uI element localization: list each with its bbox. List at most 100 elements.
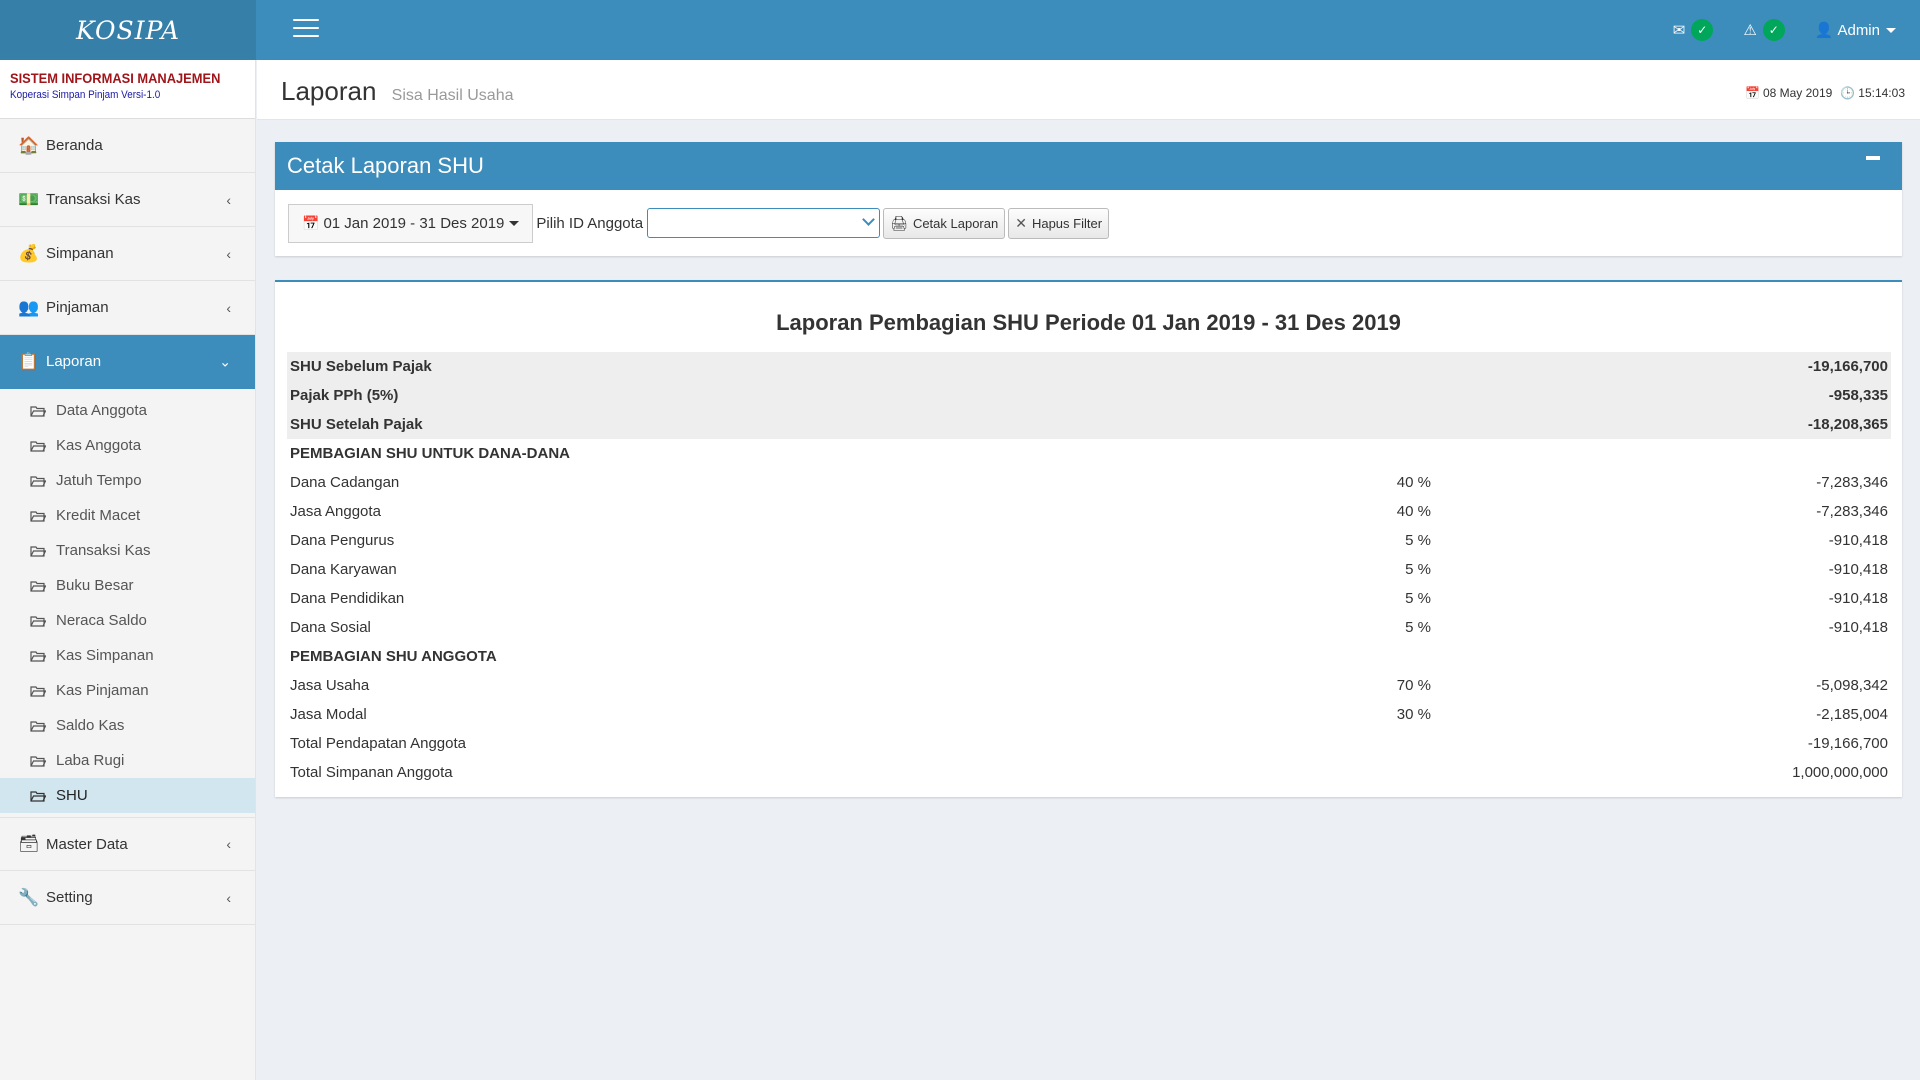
folder-open-icon	[30, 580, 46, 592]
top-navbar: KOSIPA ✉ ✓ ⚠ ✓ 👤 Admin	[0, 0, 1920, 60]
calendar-icon: 📅	[302, 214, 320, 231]
folder-open-icon	[30, 615, 46, 627]
collapse-minus-icon[interactable]	[1866, 156, 1880, 160]
page-title-text: Laporan	[281, 76, 377, 106]
row-value: -19,166,700	[1807, 735, 1888, 752]
user-menu-button[interactable]: 👤 Admin	[1815, 21, 1896, 39]
folder-open-icon	[30, 685, 46, 697]
chevron-left-icon: ‹	[226, 889, 231, 906]
submenu-item-kas-anggota[interactable]: Kas Anggota	[0, 428, 255, 463]
submenu-item-jatuh-tempo[interactable]: Jatuh Tempo	[0, 463, 255, 498]
submenu-item-kas-simpanan[interactable]: Kas Simpanan	[0, 638, 255, 673]
row-label: SHU Setelah Pajak	[287, 410, 851, 439]
menu-toggle-icon[interactable]	[293, 19, 319, 39]
table-row: Total Pendapatan Anggota -19,166,700	[287, 729, 1891, 758]
messages-button[interactable]: ✉ ✓	[1673, 19, 1714, 41]
folder-open-icon	[30, 405, 46, 417]
row-value: 1,000,000,000	[1792, 764, 1888, 781]
date-range-label: 01 Jan 2019 - 31 Des 2019	[323, 214, 505, 232]
chevron-down-icon: ⌄	[219, 353, 231, 369]
row-value: -5,098,342	[1816, 677, 1888, 694]
row-label: Total Simpanan Anggota	[290, 764, 453, 781]
row-percent: 40 %	[1396, 503, 1431, 520]
clear-filter-button[interactable]: ✕ Hapus Filter	[1008, 207, 1110, 239]
sidebar-item-laporan[interactable]: 📋 Laporan ⌄	[0, 335, 255, 389]
sidebar-item-transaksi-kas[interactable]: 💵 Transaksi Kas ‹	[0, 173, 255, 227]
folder-open-icon	[30, 545, 46, 557]
sidebar-item-setting[interactable]: 🔧 Setting ‹	[0, 871, 255, 925]
row-value: -958,335	[1431, 381, 1891, 410]
submenu-item-kas-pinjaman[interactable]: Kas Pinjaman	[0, 673, 255, 708]
filter-row: 📅 01 Jan 2019 - 31 Des 2019 Pilih ID Ang…	[275, 190, 1902, 256]
section-heading: PEMBAGIAN SHU UNTUK DANA-DANA	[290, 445, 570, 462]
table-row: Jasa Anggota 40 % -7,283,346	[287, 497, 1891, 526]
folder-open-icon	[30, 790, 46, 802]
folder-open-icon	[30, 650, 46, 662]
current-date: 08 May 2019	[1762, 86, 1833, 100]
row-value: -910,418	[1828, 561, 1888, 578]
row-percent: 5 %	[1405, 619, 1431, 636]
row-label: Pajak PPh (5%)	[287, 381, 851, 410]
notifications-button[interactable]: ⚠ ✓	[1743, 19, 1785, 41]
shu-table: SHU Sebelum Pajak -19,166,700 Pajak PPh …	[287, 352, 1891, 787]
clear-filter-label: Hapus Filter	[1031, 215, 1103, 231]
row-percent: 30 %	[1396, 706, 1431, 723]
row-percent: 5 %	[1405, 561, 1431, 578]
row-label: SHU Sebelum Pajak	[287, 352, 851, 381]
row-value: -2,185,004	[1816, 706, 1888, 723]
table-row: SHU Sebelum Pajak -19,166,700	[287, 352, 1891, 381]
check-badge-icon: ✓	[1762, 19, 1785, 41]
row-label: Dana Pendidikan	[290, 590, 405, 607]
section-row: PEMBAGIAN SHU UNTUK DANA-DANA	[287, 439, 1891, 468]
row-label: Jasa Anggota	[290, 503, 381, 520]
submenu-item-buku-besar[interactable]: Buku Besar	[0, 568, 255, 603]
submenu-item-shu[interactable]: SHU	[0, 778, 255, 813]
brand-panel: SISTEM INFORMASI MANAJEMEN Koperasi Simp…	[0, 60, 255, 119]
page-subtitle: Sisa Hasil Usaha	[391, 87, 514, 104]
submenu-item-label: Kas Anggota	[56, 437, 142, 454]
calendar-icon: 📅	[1744, 86, 1760, 100]
row-label: Jasa Modal	[290, 706, 367, 723]
submenu-item-transaksi-kas[interactable]: Transaksi Kas	[0, 533, 255, 568]
submenu-item-laba-rugi[interactable]: Laba Rugi	[0, 743, 255, 778]
app-logo[interactable]: KOSIPA	[0, 0, 256, 60]
table-row: Dana Cadangan 40 % -7,283,346	[287, 468, 1891, 497]
row-label: Dana Karyawan	[290, 561, 397, 578]
people-icon: 👥	[18, 297, 40, 317]
sidebar-item-pinjaman[interactable]: 👥 Pinjaman ‹	[0, 281, 255, 335]
print-report-button[interactable]: 🖨 Cetak Laporan	[883, 207, 1006, 239]
sidebar-item-beranda[interactable]: 🏠 Beranda	[0, 119, 255, 173]
table-row: Dana Pengurus 5 % -910,418	[287, 526, 1891, 555]
row-percent: 40 %	[1396, 474, 1431, 491]
clock-icon: 🕒	[1840, 86, 1856, 100]
submenu-item-label: Data Anggota	[56, 402, 147, 419]
check-badge-icon: ✓	[1691, 19, 1714, 41]
table-row: Jasa Modal 30 % -2,185,004	[287, 700, 1891, 729]
member-id-select[interactable]	[647, 208, 881, 238]
sidebar-item-simpanan[interactable]: 💰 Simpanan ‹	[0, 227, 255, 281]
submenu-item-label: Transaksi Kas	[56, 542, 151, 559]
row-label: Total Pendapatan Anggota	[290, 735, 466, 752]
submenu-item-label: Saldo Kas	[56, 717, 125, 734]
row-value: -19,166,700	[1431, 352, 1891, 381]
envelope-icon: ✉	[1672, 22, 1686, 39]
submenu-item-saldo-kas[interactable]: Saldo Kas	[0, 708, 255, 743]
submenu-item-data-anggota[interactable]: Data Anggota	[0, 393, 255, 428]
database-icon: 🗃	[18, 834, 40, 853]
row-value: -910,418	[1828, 590, 1888, 607]
report-icon: 📋	[18, 351, 40, 371]
folder-open-icon	[30, 510, 46, 522]
folder-open-icon	[30, 755, 46, 767]
row-percent	[851, 758, 1431, 787]
filter-box: Cetak Laporan SHU 📅 01 Jan 2019 - 31 Des…	[275, 142, 1902, 256]
row-percent: 5 %	[1405, 590, 1431, 607]
sidebar-item-master-data[interactable]: 🗃 Master Data ‹	[0, 817, 255, 871]
table-row: Dana Sosial 5 % -910,418	[287, 613, 1891, 642]
date-range-button[interactable]: 📅 01 Jan 2019 - 31 Des 2019	[288, 203, 534, 243]
submenu-item-kredit-macet[interactable]: Kredit Macet	[0, 498, 255, 533]
submenu-item-neraca-saldo[interactable]: Neraca Saldo	[0, 603, 255, 638]
caret-down-icon	[509, 220, 520, 226]
current-time: 15:14:03	[1858, 86, 1905, 100]
sidebar-item-label: Simpanan	[46, 245, 114, 262]
chevron-down-icon	[862, 213, 876, 226]
